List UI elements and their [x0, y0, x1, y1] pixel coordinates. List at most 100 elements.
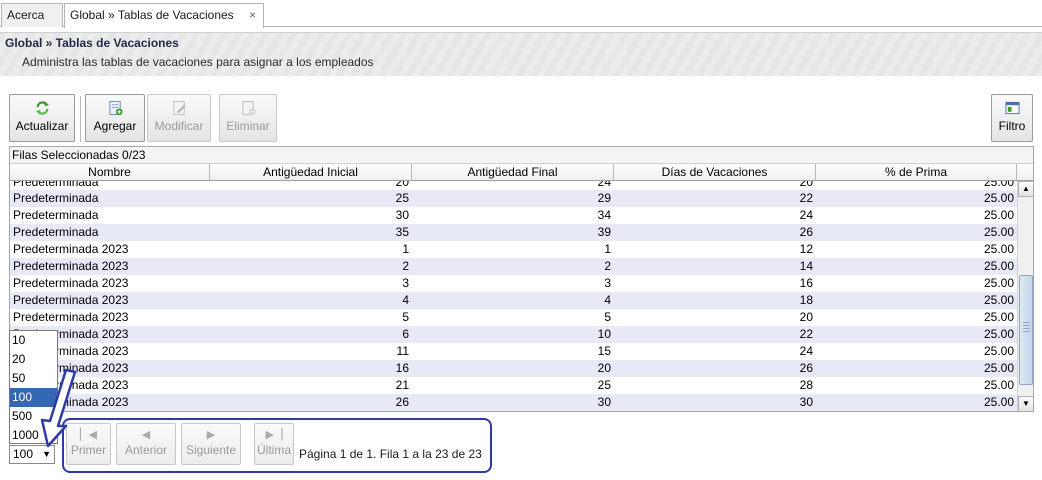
column-header-antiguedad-inicial[interactable]: Antigüedad Inicial: [210, 164, 412, 181]
table-row[interactable]: Predeterminada 2023 3 3 16 25.00: [10, 275, 1017, 292]
delete-button[interactable]: Eliminar: [219, 94, 277, 142]
table-row[interactable]: Predeterminada 25 29 22 25.00: [10, 190, 1017, 207]
page-size-option[interactable]: 1000: [10, 426, 57, 445]
cell-nombre: Predeterminada: [13, 208, 99, 222]
tab-label: Global » Tablas de Vacaciones: [70, 8, 234, 22]
last-page-label: Última: [256, 443, 291, 457]
selected-rows-count: Filas Seleccionadas 0/23: [10, 147, 1033, 164]
cell-dias-vacaciones: 26: [799, 361, 813, 375]
cell-antiguedad-final: 39: [597, 225, 611, 239]
page-size-options: 10 20 50 100 500 1000: [9, 330, 58, 444]
cell-nombre: Predeterminada 2023: [13, 310, 129, 324]
cell-dias-vacaciones: 16: [799, 276, 813, 290]
next-page-label: Siguiente: [185, 443, 237, 457]
table-row[interactable]: Predeterminada 2023 2 2 14 25.00: [10, 258, 1017, 275]
tab-acerca-de[interactable]: Acerca de: [1, 3, 63, 44]
cell-antiguedad-inicial: 25: [395, 191, 409, 205]
last-page-icon: ▶▕: [265, 429, 283, 441]
cell-nombre: Predeterminada: [13, 225, 99, 239]
cell-nombre: Predeterminada 2023: [13, 259, 129, 273]
cell-nombre: Predeterminada 2023: [13, 293, 129, 307]
table-row[interactable]: Predeterminada 2023 16 20 26 25.00: [10, 360, 1017, 377]
cell-prima: 25.00: [983, 191, 1014, 205]
cell-dias-vacaciones: 26: [799, 225, 813, 239]
table-row[interactable]: Predeterminada 2023 5 5 20 25.00: [10, 309, 1017, 326]
cell-antiguedad-final: 4: [604, 293, 611, 307]
table-row[interactable]: Predeterminada 30 34 24 25.00: [10, 207, 1017, 224]
page-size-option[interactable]: 500: [10, 407, 57, 426]
next-page-icon: ▶: [206, 429, 216, 441]
cell-dias-vacaciones: 20: [799, 181, 813, 189]
cell-antiguedad-inicial: 16: [395, 361, 409, 375]
vertical-scrollbar[interactable]: ▲ ▼: [1017, 181, 1033, 411]
cell-antiguedad-inicial: 3: [402, 276, 409, 290]
page-header: Global » Tablas de Vacaciones Administra…: [0, 32, 1042, 76]
edit-button[interactable]: Modificar: [147, 94, 211, 142]
last-page-button[interactable]: ▶▕ Última: [254, 423, 294, 465]
first-page-icon: ▏◀: [80, 429, 97, 441]
page-size-value: 100: [13, 447, 34, 461]
column-header-dias-vacaciones[interactable]: Días de Vacaciones: [614, 164, 816, 181]
page-size-select[interactable]: 100 ▼: [9, 445, 55, 464]
tab-tablas-vacaciones[interactable]: Global » Tablas de Vacaciones ×: [64, 3, 264, 28]
column-header-prima[interactable]: % de Prima: [816, 164, 1017, 181]
cell-antiguedad-inicial: 1: [402, 242, 409, 256]
cell-dias-vacaciones: 12: [799, 242, 813, 256]
table-row[interactable]: Predeterminada 2023 21 25 28 25.00: [10, 377, 1017, 394]
page-size-option[interactable]: 10: [10, 331, 57, 350]
previous-page-label: Anterior: [124, 443, 168, 457]
column-header-antiguedad-final[interactable]: Antigüedad Final: [412, 164, 614, 181]
edit-document-icon: [172, 100, 186, 116]
add-button[interactable]: Agregar: [85, 94, 145, 142]
table-row[interactable]: Predeterminada 2023 11 15 24 25.00: [10, 343, 1017, 360]
table-row[interactable]: Predeterminada 2023 1 1 12 25.00: [10, 241, 1017, 258]
delete-document-icon: [241, 100, 256, 116]
table-row[interactable]: Predeterminada 35 39 26 25.00: [10, 224, 1017, 241]
tab-bar: Acerca de Global » Tablas de Vacaciones …: [0, 0, 1042, 44]
page-size-option[interactable]: 50: [10, 369, 57, 388]
cell-antiguedad-inicial: 2: [402, 259, 409, 273]
table-row[interactable]: Predeterminada 20 24 20 25.00: [10, 181, 1017, 190]
scroll-up-icon[interactable]: ▲: [1018, 181, 1033, 197]
filter-icon: [1004, 101, 1020, 115]
cell-antiguedad-inicial: 5: [402, 310, 409, 324]
table-row[interactable]: Predeterminada 2023 26 30 30 25.00: [10, 394, 1017, 411]
cell-antiguedad-inicial: 11: [396, 344, 409, 358]
cell-antiguedad-inicial: 21: [395, 378, 409, 392]
add-label: Agregar: [93, 119, 137, 133]
cell-dias-vacaciones: 22: [799, 191, 813, 205]
column-header-nombre[interactable]: Nombre: [10, 164, 210, 181]
cell-antiguedad-inicial: 20: [395, 181, 409, 189]
first-page-label: Primer: [70, 443, 107, 457]
page-title: Global » Tablas de Vacaciones: [5, 36, 179, 50]
filter-label: Filtro: [998, 119, 1026, 133]
cell-prima: 25.00: [983, 293, 1014, 307]
page-size-option[interactable]: 20: [10, 350, 57, 369]
cell-dias-vacaciones: 22: [799, 327, 813, 341]
first-page-button[interactable]: ▏◀ Primer: [66, 423, 111, 465]
filter-button[interactable]: Filtro: [991, 94, 1033, 142]
table-row[interactable]: Predeterminada 2023 4 4 18 25.00: [10, 292, 1017, 309]
cell-dias-vacaciones: 24: [799, 208, 813, 222]
cell-prima: 25.00: [983, 310, 1014, 324]
cell-prima: 25.00: [983, 378, 1014, 392]
scroll-down-icon[interactable]: ▼: [1018, 396, 1033, 411]
cell-antiguedad-final: 34: [597, 208, 611, 222]
cell-antiguedad-final: 10: [597, 327, 611, 341]
cell-prima: 25.00: [983, 242, 1014, 256]
scroll-thumb[interactable]: [1019, 275, 1033, 385]
refresh-button[interactable]: Actualizar: [9, 94, 75, 142]
add-document-icon: [108, 100, 123, 116]
table-row[interactable]: Predeterminada 2023 6 10 22 25.00: [10, 326, 1017, 343]
cell-antiguedad-inicial: 26: [395, 395, 409, 409]
cell-dias-vacaciones: 20: [799, 310, 813, 324]
next-page-button[interactable]: ▶ Siguiente: [181, 423, 241, 465]
close-icon[interactable]: ×: [249, 4, 256, 26]
previous-page-button[interactable]: ◀ Anterior: [116, 423, 176, 465]
cell-prima: 25.00: [983, 259, 1014, 273]
chevron-down-icon: ▼: [42, 449, 51, 459]
vacation-table: Filas Seleccionadas 0/23 Nombre Antigüed…: [9, 146, 1034, 412]
edit-label: Modificar: [154, 119, 204, 133]
page-subtitle: Administra las tablas de vacaciones para…: [22, 55, 374, 69]
page-size-option[interactable]: 100: [10, 388, 57, 407]
